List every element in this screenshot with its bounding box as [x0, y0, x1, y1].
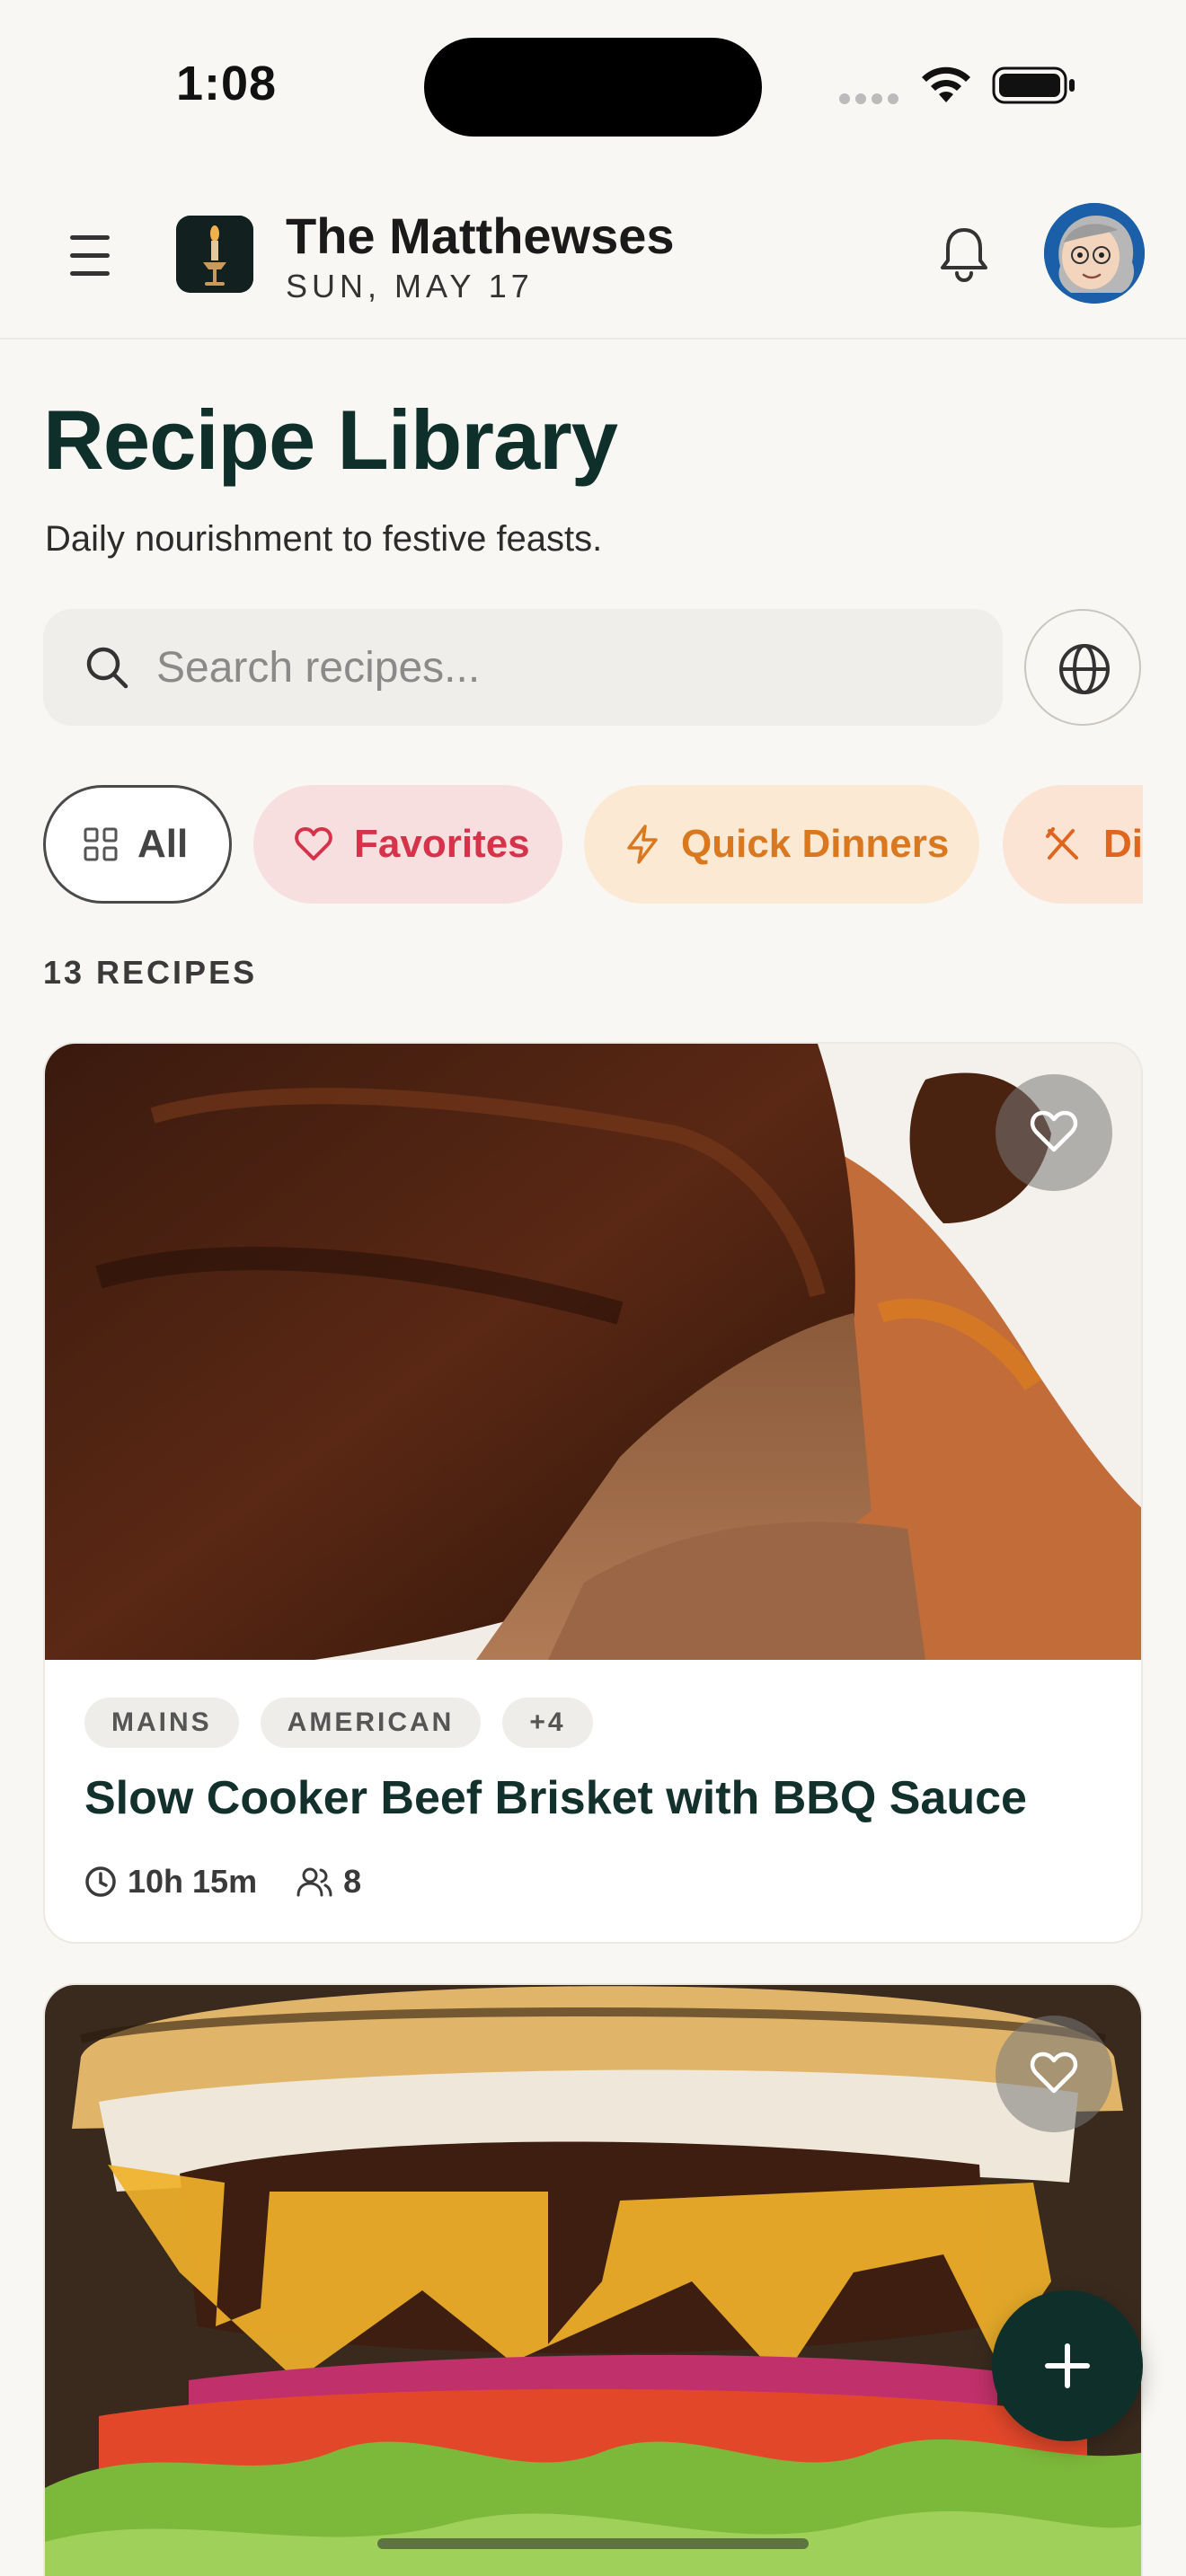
home-indicator [377, 2538, 809, 2549]
recipe-image-burger [45, 1985, 1141, 2576]
language-button[interactable] [1024, 609, 1141, 726]
plus-icon [1045, 2343, 1090, 2388]
household-name[interactable]: The Matthewses [286, 207, 675, 265]
recipe-time: 10h 15m [128, 1863, 258, 1900]
app-header: The Matthewses SUN, MAY 17 [0, 171, 1186, 340]
chip-quick-dinners-label: Quick Dinners [681, 822, 950, 866]
add-recipe-button[interactable] [992, 2290, 1143, 2441]
search-icon [86, 647, 128, 689]
filter-chips: All Favorites Quick Dinners Di [43, 785, 1143, 905]
favorite-button[interactable] [996, 2016, 1112, 2132]
tag: MAINS [84, 1698, 239, 1748]
tag-more: +4 [502, 1698, 593, 1748]
chip-all-label: All [137, 822, 189, 866]
page-title: Recipe Library [43, 393, 618, 487]
chip-dinner-label: Di [1103, 822, 1143, 866]
header-date: SUN, MAY 17 [286, 268, 534, 304]
page-subtitle: Daily nourishment to festive feasts. [45, 519, 603, 559]
search-input[interactable] [156, 636, 965, 699]
chip-all[interactable]: All [43, 785, 232, 904]
globe-icon [1059, 644, 1110, 694]
recipe-card[interactable] [43, 1983, 1143, 2576]
status-bar: 1:08 [0, 0, 1186, 171]
chip-favorites[interactable]: Favorites [253, 785, 562, 904]
grid-icon [84, 827, 118, 861]
recipe-title: Slow Cooker Beef Brisket with BBQ Sauce [84, 1772, 1027, 1824]
utensils-icon [1046, 827, 1078, 860]
menu-button[interactable] [65, 232, 119, 278]
household-logo[interactable] [176, 216, 253, 293]
tag: AMERICAN [260, 1698, 482, 1748]
favorite-button[interactable] [996, 1074, 1112, 1191]
status-time: 1:08 [176, 57, 278, 110]
search-bar[interactable] [43, 609, 1003, 726]
chip-quick-dinners[interactable]: Quick Dinners [584, 785, 979, 904]
chip-dinner[interactable]: Di [1003, 785, 1143, 904]
recipe-servings: 8 [343, 1863, 362, 1900]
battery-icon [992, 66, 1075, 104]
clock-icon [85, 1866, 116, 1897]
dynamic-island [424, 38, 762, 137]
recipe-count: 13 RECIPES [43, 954, 258, 991]
candle-icon [176, 216, 253, 293]
bell-icon[interactable] [938, 225, 990, 284]
recipe-card[interactable]: MAINS AMERICAN +4 Slow Cooker Beef Brisk… [43, 1042, 1143, 1944]
heart-outline-icon [1030, 2051, 1078, 2094]
recipe-tags: MAINS AMERICAN +4 [84, 1698, 593, 1748]
user-avatar[interactable] [1044, 203, 1145, 304]
wifi-icon [922, 66, 970, 102]
heart-outline-icon [1030, 1110, 1078, 1152]
recipe-image-brisket [45, 1044, 1141, 1660]
recipe-meta: 10h 15m 8 [84, 1863, 361, 1901]
heart-icon [295, 827, 332, 860]
lightning-icon [627, 825, 658, 864]
chip-favorites-label: Favorites [354, 822, 530, 866]
cellular-signal-icon [839, 93, 898, 104]
people-icon [296, 1867, 332, 1897]
